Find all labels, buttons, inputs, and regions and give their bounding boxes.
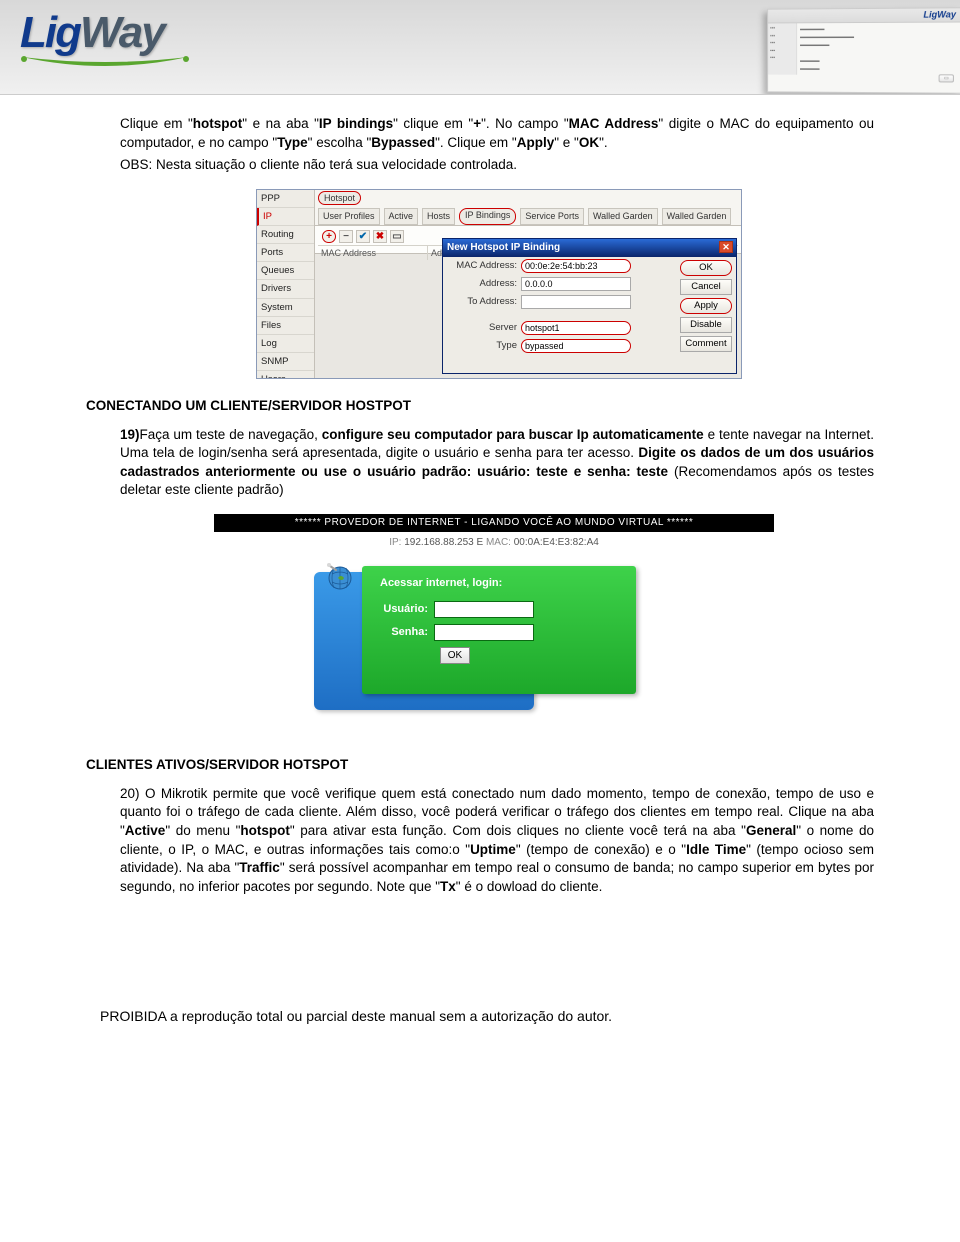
section3-paragraph: 20) O Mikrotik permite que você verifiqu… bbox=[86, 785, 874, 897]
menu-drivers[interactable]: Drivers bbox=[257, 280, 314, 298]
login-ok-button[interactable]: OK bbox=[440, 647, 470, 664]
menu-ppp[interactable]: PPP bbox=[257, 190, 314, 208]
col-mac: MAC Address bbox=[318, 246, 428, 260]
globe-icon bbox=[322, 556, 358, 592]
mikrotik-sidebar: PPP IP Routing Ports Queues Drivers Syst… bbox=[257, 190, 315, 378]
label-to-address: To Address: bbox=[449, 295, 521, 308]
input-senha[interactable] bbox=[434, 624, 534, 641]
logo: LigWay bbox=[20, 8, 190, 76]
menu-routing[interactable]: Routing bbox=[257, 226, 314, 244]
menu-users[interactable]: Users bbox=[257, 371, 314, 379]
input-type[interactable] bbox=[521, 339, 631, 353]
input-mac-address[interactable] bbox=[521, 259, 631, 273]
mini-button: ▭ bbox=[939, 74, 954, 82]
input-usuario[interactable] bbox=[434, 601, 534, 618]
apply-button[interactable]: Apply bbox=[680, 298, 732, 314]
disable-button[interactable]: Disable bbox=[680, 317, 732, 333]
tab-walled-garden[interactable]: Walled Garden bbox=[588, 208, 658, 224]
toolbar-enable-button[interactable]: ✔ bbox=[356, 230, 370, 243]
close-icon[interactable]: ✕ bbox=[719, 241, 733, 253]
login-ipmac-line: IP: 192.168.88.253 E MAC: 00:0A:E4:E3:82… bbox=[214, 536, 774, 550]
input-server[interactable] bbox=[521, 321, 631, 335]
tab-active[interactable]: Active bbox=[384, 208, 419, 224]
menu-queues[interactable]: Queues bbox=[257, 262, 314, 280]
mini-logo: LigWay bbox=[923, 9, 956, 19]
label-address: Address: bbox=[449, 277, 521, 290]
tab-user-profiles[interactable]: User Profiles bbox=[318, 208, 380, 224]
tab-hotspot[interactable]: Hotspot bbox=[318, 191, 361, 205]
section2-paragraph: 19)Faça um teste de navegação, configure… bbox=[86, 426, 874, 501]
logo-part-way: Way bbox=[80, 8, 164, 57]
ip-binding-dialog: New Hotspot IP Binding ✕ MAC Address: Ad… bbox=[442, 238, 737, 374]
section1-paragraph: Clique em "hotspot" e na aba "IP binding… bbox=[86, 115, 874, 152]
cancel-button[interactable]: Cancel bbox=[680, 279, 732, 295]
ok-button[interactable]: OK bbox=[680, 260, 732, 276]
page-header: LigWay LigWay ▪▪▪▪▪▪▪▪▪▪▪▪▪▪▪ ▬▬▬▬▬▬▬▬▬▬… bbox=[0, 0, 960, 95]
menu-ip[interactable]: IP bbox=[257, 208, 314, 226]
tab-ip-bindings[interactable]: IP Bindings bbox=[459, 208, 516, 224]
tab-hosts[interactable]: Hosts bbox=[422, 208, 455, 224]
login-green-panel: Acessar internet, login: Usuário: Senha:… bbox=[362, 566, 636, 694]
label-usuario: Usuário: bbox=[374, 602, 434, 617]
label-server: Server bbox=[449, 321, 521, 334]
input-to-address[interactable] bbox=[521, 295, 631, 309]
input-address[interactable] bbox=[521, 277, 631, 291]
section1-obs: OBS: Nesta situação o cliente não terá s… bbox=[86, 156, 874, 175]
comment-button[interactable]: Comment bbox=[680, 336, 732, 352]
login-title-bar: ****** PROVEDOR DE INTERNET - LIGANDO VO… bbox=[214, 514, 774, 532]
login-form-title: Acessar internet, login: bbox=[380, 576, 624, 591]
menu-ports[interactable]: Ports bbox=[257, 244, 314, 262]
login-screenshot: ****** PROVEDOR DE INTERNET - LIGANDO VO… bbox=[214, 514, 774, 734]
toolbar-comment-button[interactable]: ▭ bbox=[390, 230, 404, 243]
label-senha: Senha: bbox=[374, 625, 434, 640]
header-preview-window: LigWay ▪▪▪▪▪▪▪▪▪▪▪▪▪▪▪ ▬▬▬▬▬▬▬▬▬▬▬▬▬▬▬▬▬… bbox=[767, 7, 960, 93]
footer-text: PROIBIDA a reprodução total ou parcial d… bbox=[0, 920, 960, 1044]
toolbar-disable-button[interactable]: ✖ bbox=[373, 230, 387, 243]
section3-heading: CLIENTES ATIVOS/SERVIDOR HOTSPOT bbox=[86, 756, 874, 775]
menu-files[interactable]: Files bbox=[257, 317, 314, 335]
section2-heading: CONECTANDO UM CLIENTE/SERVIDOR HOSTPOT bbox=[86, 397, 874, 416]
mikrotik-screenshot: PPP IP Routing Ports Queues Drivers Syst… bbox=[256, 189, 742, 379]
label-type: Type bbox=[449, 339, 521, 352]
logo-part-lig: Lig bbox=[20, 8, 80, 57]
menu-log[interactable]: Log bbox=[257, 335, 314, 353]
dialog-title: New Hotspot IP Binding ✕ bbox=[443, 239, 736, 257]
tab-walled-garden-2[interactable]: Walled Garden bbox=[662, 208, 732, 224]
menu-system[interactable]: System bbox=[257, 299, 314, 317]
menu-snmp[interactable]: SNMP bbox=[257, 353, 314, 371]
toolbar-remove-button[interactable]: − bbox=[339, 230, 353, 243]
toolbar-add-button[interactable]: + bbox=[322, 230, 336, 243]
label-mac-address: MAC Address: bbox=[449, 259, 521, 272]
logo-swoosh-icon bbox=[20, 53, 190, 71]
tab-service-ports[interactable]: Service Ports bbox=[520, 208, 584, 224]
